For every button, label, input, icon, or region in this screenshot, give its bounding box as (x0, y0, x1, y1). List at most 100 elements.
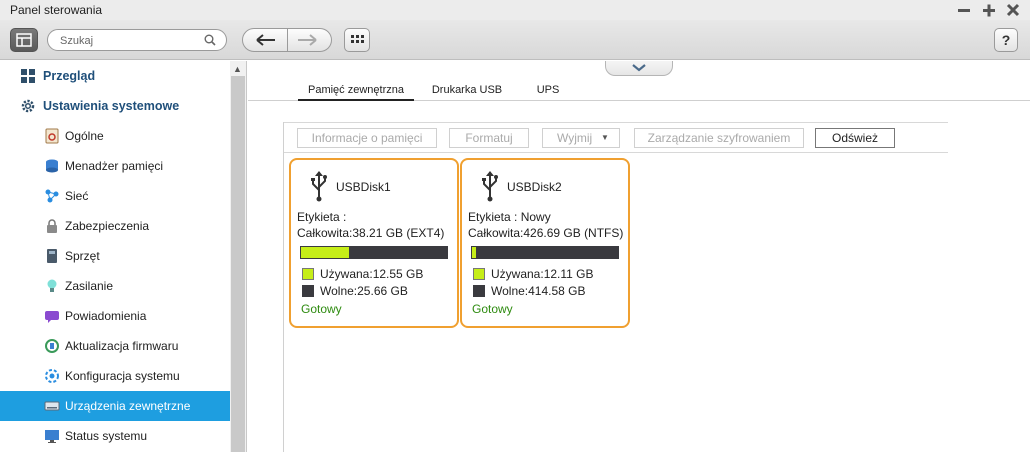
search-box[interactable] (47, 29, 227, 51)
usage-bar (300, 246, 448, 259)
sidebar-item-label: Aktualizacja firmwaru (65, 339, 179, 353)
hardware-icon (44, 248, 60, 264)
status-text: Gotowy (472, 302, 513, 316)
usb-icon (309, 170, 329, 205)
firmware-update-icon (44, 338, 60, 354)
system-config-icon (44, 368, 60, 384)
free-space: Wolne:414.58 GB (491, 284, 586, 298)
scrollbar-thumb[interactable] (231, 76, 245, 452)
sidebar-item-7[interactable]: Zasilanie (0, 271, 230, 301)
format-button[interactable]: Formatuj (449, 128, 529, 148)
window-title: Panel sterowania (10, 3, 103, 17)
sidebar-item-6[interactable]: Sprzęt (0, 241, 230, 271)
grid-icon (351, 35, 364, 43)
disk-label: Etykieta : (297, 210, 347, 224)
memory-info-button[interactable]: Informacje o pamięci (297, 128, 437, 148)
sidebar-scrollbar[interactable]: ▲ (230, 61, 246, 452)
used-space: Używana:12.55 GB (320, 267, 424, 281)
sidebar-item-0[interactable]: Przegląd (0, 61, 230, 91)
sidebar-item-label: Status systemu (65, 429, 148, 443)
free-space: Wolne:25.66 GB (320, 284, 408, 298)
arrow-right-icon (298, 34, 317, 46)
disk-label: Etykieta : Nowy (468, 210, 551, 224)
apps-grid-button[interactable] (344, 28, 370, 52)
usage-bar-fill (472, 247, 476, 258)
storage-icon (44, 158, 60, 174)
sidebar-item-label: Powiadomienia (65, 309, 147, 323)
layout-icon (16, 33, 32, 47)
eject-label: Wyjmij (557, 131, 593, 145)
search-icon[interactable] (204, 34, 216, 46)
general-settings-icon (44, 128, 60, 144)
sidebar-item-label: Menadżer pamięci (65, 159, 164, 173)
disk-name: USBDisk2 (507, 180, 562, 194)
free-legend-swatch (473, 285, 485, 297)
sidebar-item-label: Ogólne (65, 129, 104, 143)
sidebar-item-5[interactable]: Zabezpieczenia (0, 211, 230, 241)
refresh-button[interactable]: Odśwież (815, 128, 895, 148)
disk-total: Całkowita:426.69 GB (NTFS) (468, 226, 624, 240)
sidebar-item-8[interactable]: Powiadomienia (0, 301, 230, 331)
sidebar-item-label: Ustawienia systemowe (43, 99, 180, 113)
used-legend-swatch (302, 268, 314, 280)
disk-card[interactable]: USBDisk2 Etykieta : Nowy Całkowita:426.69 … (460, 158, 630, 328)
status-text: Gotowy (301, 302, 342, 316)
disk-name: USBDisk1 (336, 180, 391, 194)
close-icon[interactable] (1004, 1, 1022, 19)
sidebar-item-2[interactable]: Ogólne (0, 121, 230, 151)
layout-toggle-button[interactable] (10, 28, 38, 52)
lock-icon (44, 218, 60, 234)
gear-icon (20, 98, 36, 114)
sidebar-item-label: Urządzenia zewnętrzne (65, 399, 191, 413)
tab-external-storage[interactable]: Pamięć zewnętrzna (298, 84, 414, 101)
sidebar-item-12[interactable]: Status systemu (0, 421, 230, 451)
dropdown-arrow-icon: ▼ (601, 133, 609, 142)
external-device-icon (44, 398, 60, 414)
sidebar-item-label: Zasilanie (65, 279, 114, 293)
minimize-icon[interactable] (955, 1, 973, 19)
sidebar-item-9[interactable]: Aktualizacja firmwaru (0, 331, 230, 361)
maximize-icon[interactable] (980, 1, 998, 19)
eject-button[interactable]: Wyjmij ▼ (542, 128, 620, 148)
arrow-left-icon (256, 34, 275, 46)
tab-bar: Pamięć zewnętrzna Drukarka USB UPS (248, 81, 1030, 101)
free-legend-swatch (302, 285, 314, 297)
sidebar-item-3[interactable]: Menadżer pamięci (0, 151, 230, 181)
notification-icon (44, 308, 60, 324)
forward-button[interactable] (288, 28, 332, 52)
network-icon (44, 188, 60, 204)
toolbar: ? (0, 20, 1030, 60)
action-bar: Informacje o pamięci Formatuj Wyjmij ▼ Z… (284, 122, 948, 153)
sidebar-item-1[interactable]: Ustawienia systemowe (0, 91, 230, 121)
help-button[interactable]: ? (994, 28, 1018, 52)
chevron-down-icon (632, 64, 646, 72)
title-bar: Panel sterowania (0, 0, 1030, 20)
sidebar-item-label: Zabezpieczenia (65, 219, 150, 233)
back-button[interactable] (242, 28, 288, 52)
overview-icon (20, 68, 36, 84)
used-space: Używana:12.11 GB (491, 267, 594, 281)
tab-usb-printer[interactable]: Drukarka USB (428, 84, 506, 101)
sidebar-item-4[interactable]: Sieć (0, 181, 230, 211)
monitor-icon (44, 428, 60, 444)
disk-card[interactable]: USBDisk1 Etykieta : Całkowita:38.21 GB (EX… (289, 158, 459, 328)
search-input[interactable] (60, 33, 200, 48)
sidebar-item-10[interactable]: Konfiguracja systemu (0, 361, 230, 391)
tab-ups[interactable]: UPS (530, 84, 566, 101)
usage-bar-fill (301, 247, 349, 258)
disk-total: Całkowita:38.21 GB (EXT4) (297, 226, 445, 240)
sidebar-item-label: Sieć (65, 189, 89, 203)
sidebar: Przegląd Ustawienia systemowe Ogólne Menadż… (0, 61, 247, 452)
sidebar-item-label: Sprzęt (65, 249, 100, 263)
usage-bar (471, 246, 619, 259)
collapse-toggle[interactable] (605, 61, 673, 76)
encryption-management-button[interactable]: Zarządzanie szyfrowaniem (634, 128, 804, 148)
usb-icon (480, 170, 500, 205)
sidebar-item-label: Przegląd (43, 69, 96, 83)
power-bulb-icon (44, 278, 60, 294)
used-legend-swatch (473, 268, 485, 280)
scroll-up-icon[interactable]: ▲ (233, 64, 242, 74)
sidebar-item-11[interactable]: Urządzenia zewnętrzne (0, 391, 230, 421)
main-content: Pamięć zewnętrzna Drukarka USB UPS Infor… (248, 61, 1030, 452)
sidebar-item-label: Konfiguracja systemu (65, 369, 180, 383)
